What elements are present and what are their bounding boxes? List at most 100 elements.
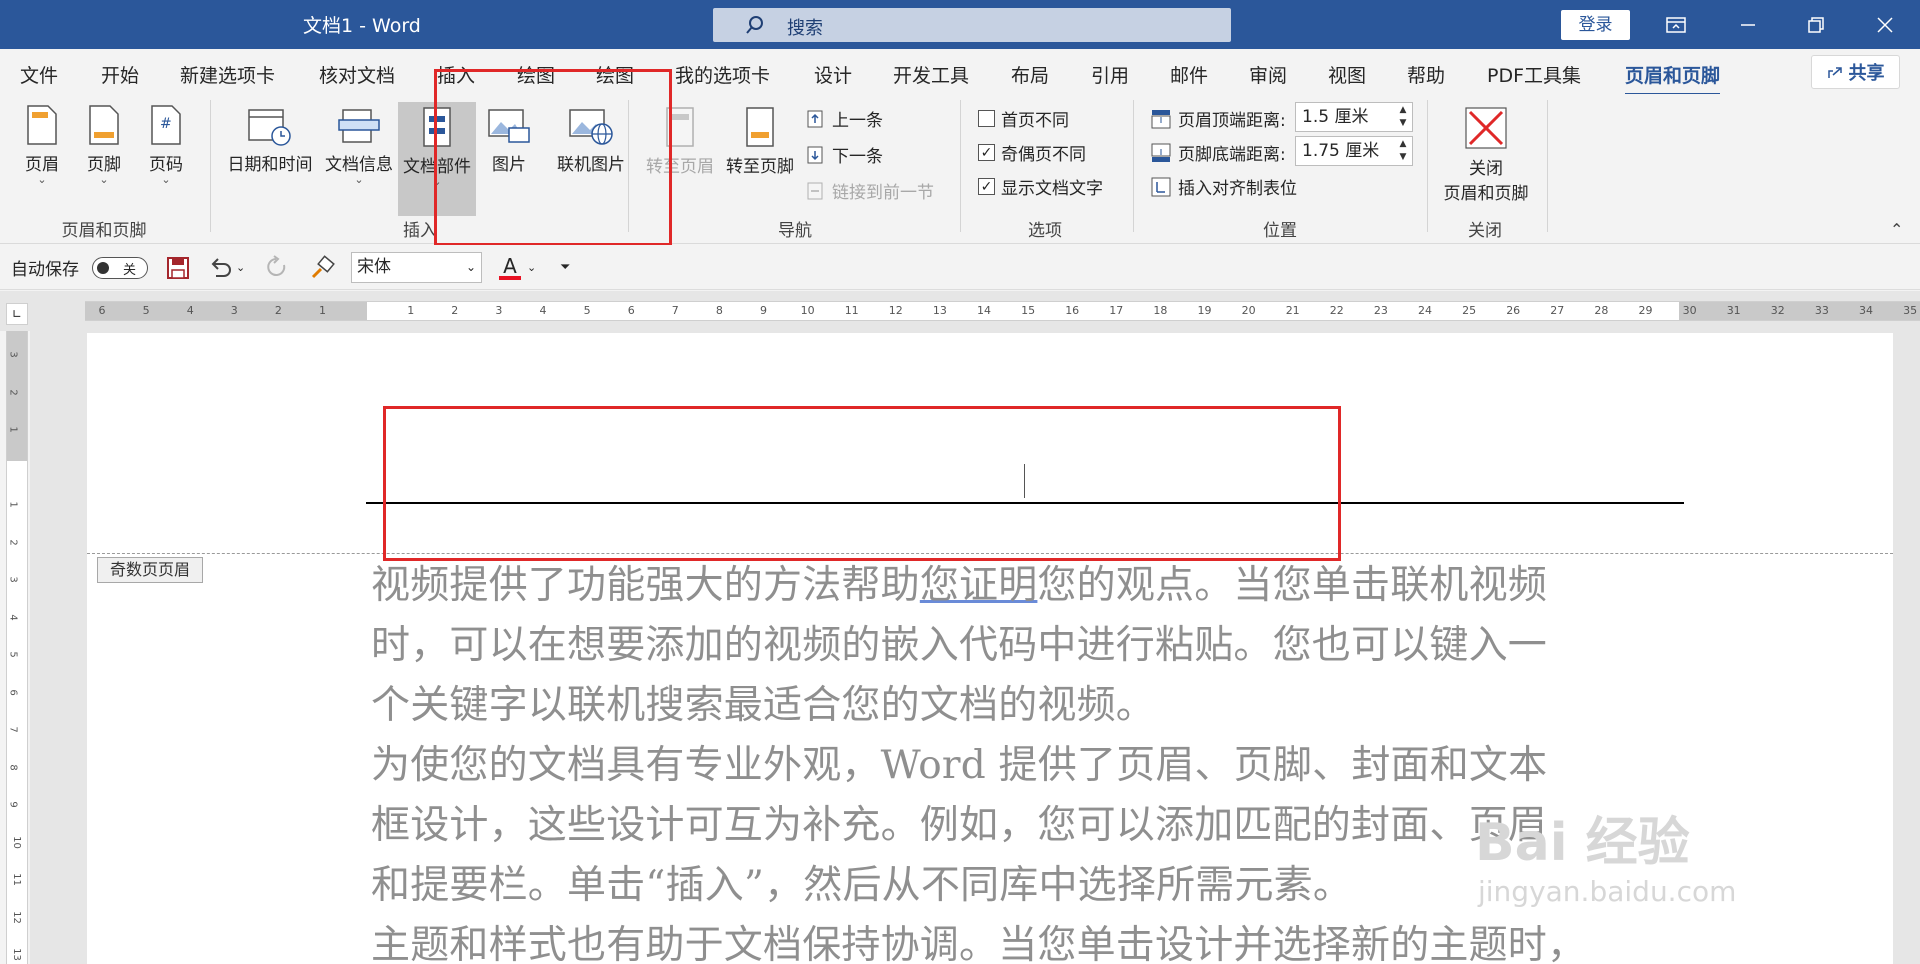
- ruler-tick-label: 22: [1329, 304, 1344, 317]
- goto-footer-button[interactable]: 转至页脚: [722, 106, 798, 177]
- close-header-footer-button[interactable]: 关闭 页眉和页脚: [1436, 106, 1536, 204]
- format-painter-icon[interactable]: [309, 245, 335, 290]
- chevron-down-icon: ⌄: [465, 260, 476, 274]
- header-button[interactable]: 页眉 ⌄: [18, 104, 66, 186]
- group-separator: [960, 100, 961, 232]
- ruler-tick-label: 18: [1153, 304, 1168, 317]
- ruler-tick-label: 21: [1285, 304, 1300, 317]
- spinner-icon[interactable]: ▲ ▼: [1396, 104, 1410, 130]
- search-placeholder: 搜索: [787, 18, 823, 39]
- show-document-text-checkbox[interactable]: ✓ 显示文档文字: [978, 174, 1103, 199]
- ruler-tick-label: 4: [539, 304, 547, 317]
- spinner-icon[interactable]: ▲ ▼: [1396, 138, 1410, 164]
- quick-access-toolbar: 自动保存 关 ⌄ 宋体 ⌄ A ⌄ ⏷: [0, 245, 1920, 290]
- ruler-tick-label: 23: [1373, 304, 1388, 317]
- tab-view[interactable]: 视图: [1328, 61, 1366, 88]
- tab-help[interactable]: 帮助: [1407, 61, 1445, 88]
- ruler-tick-label: 20: [1241, 304, 1256, 317]
- tab-references[interactable]: 引用: [1091, 61, 1129, 88]
- next-button[interactable]: 下一条: [806, 142, 883, 167]
- footer-button[interactable]: 页脚 ⌄: [80, 104, 128, 186]
- footer-icon: [89, 105, 119, 145]
- ruler-tick-label: 4: [7, 613, 19, 621]
- ruler-tick-label: 32: [1770, 304, 1785, 317]
- ruler-tick-label: 6: [98, 304, 106, 317]
- tab-header-footer[interactable]: 页眉和页脚: [1625, 61, 1721, 96]
- header-position-icon: [1151, 109, 1171, 128]
- paragraph-line: 主题和样式也有助于文档保持协调。当您单击设计并选择新的主题时，: [371, 923, 1587, 964]
- ruler-tick-label: 26: [1506, 304, 1521, 317]
- document-info-button[interactable]: 文档信息 ⌄: [322, 106, 396, 186]
- tab-home[interactable]: 开始: [101, 61, 139, 88]
- undo-icon[interactable]: ⌄: [208, 245, 245, 290]
- share-button[interactable]: 共享: [1811, 55, 1900, 89]
- tab-layout[interactable]: 布局: [1011, 61, 1049, 88]
- tab-new[interactable]: 新建选项卡: [180, 61, 275, 88]
- redo-icon[interactable]: [264, 245, 290, 290]
- watermark-url: jingyan.baidu.com: [1478, 875, 1737, 908]
- highlight-box-header: [383, 406, 1341, 561]
- tab-developer[interactable]: 开发工具: [893, 61, 969, 88]
- tab-selector-button[interactable]: ∟: [6, 303, 28, 325]
- ruler-tick-label: 14: [977, 304, 991, 317]
- document-info-icon: [338, 109, 380, 143]
- paragraph-line: 为使您的文档具有专业外观，Word 提供了页眉、页脚、封面和文本: [371, 743, 1548, 788]
- page-number-icon: #: [151, 105, 181, 145]
- ruler-tick-label: 2: [7, 388, 19, 396]
- ruler-tick-label: 8: [7, 763, 19, 771]
- date-time-button[interactable]: 日期和时间: [224, 106, 316, 175]
- link-icon: [807, 182, 823, 199]
- ribbon-header-footer: 页眉 ⌄ 页脚 ⌄ # 页码 ⌄ 页眉和页脚 日期和时间 文档信息 ⌄ 文档部件: [0, 94, 1920, 244]
- footer-bottom-distance-label: 页脚底端距离:: [1150, 140, 1286, 165]
- tab-mailings[interactable]: 邮件: [1170, 61, 1208, 88]
- footer-bottom-distance-input[interactable]: 1.75 厘米 ▲ ▼: [1295, 136, 1413, 166]
- ruler-tick-label: 1: [319, 304, 326, 317]
- tab-file[interactable]: 文件: [20, 61, 58, 88]
- highlight-box-ribbon: [434, 69, 672, 246]
- collapse-ribbon-icon[interactable]: ⌃: [1890, 220, 1903, 239]
- customize-toolbar-icon[interactable]: ⏷: [560, 245, 570, 290]
- checkbox-box: ✓: [978, 144, 995, 161]
- group-separator: [210, 100, 211, 232]
- different-odd-even-checkbox[interactable]: ✓ 奇偶页不同: [978, 140, 1086, 165]
- login-button[interactable]: 登录: [1561, 10, 1630, 40]
- header-top-distance-input[interactable]: 1.5 厘米 ▲ ▼: [1295, 102, 1413, 132]
- tab-my-tab[interactable]: 我的选项卡: [675, 61, 770, 88]
- tab-review-doc[interactable]: 核对文档: [319, 61, 395, 88]
- save-icon[interactable]: [166, 245, 190, 290]
- undo-dropdown-icon[interactable]: ⌄: [236, 261, 245, 274]
- group-label-header-footer: 页眉和页脚: [61, 221, 147, 241]
- close-window-icon[interactable]: [1855, 0, 1915, 49]
- restore-icon[interactable]: [1786, 0, 1846, 49]
- autosave-toggle[interactable]: 关: [92, 245, 148, 290]
- horizontal-ruler[interactable]: 6 5 4 3 2 1 1 2 3 4 5 6 7 8 9 10 11 12 13 14 15 16 17 18 19 20 21 2…: [85, 301, 1920, 321]
- share-label: 共享: [1848, 63, 1885, 84]
- link-to-previous-button[interactable]: 链接到前一节: [806, 178, 934, 203]
- ruler-tick-label: 2: [274, 304, 282, 317]
- ribbon-display-options-icon[interactable]: [1646, 0, 1706, 49]
- tab-review[interactable]: 审阅: [1249, 61, 1287, 88]
- different-first-page-checkbox[interactable]: 首页不同: [978, 106, 1069, 131]
- search-box[interactable]: 搜索: [713, 8, 1231, 42]
- ruler-tick-label: 6: [7, 688, 19, 696]
- page-number-button[interactable]: # 页码 ⌄: [142, 104, 190, 186]
- font-color-button[interactable]: A ⌄: [499, 245, 536, 290]
- ruler-tick-label: 2: [451, 304, 459, 317]
- chevron-down-icon[interactable]: ⌄: [527, 261, 536, 274]
- previous-button[interactable]: 上一条: [806, 106, 883, 131]
- insert-alignment-tab-button[interactable]: 插入对齐制表位: [1150, 174, 1297, 199]
- ruler-tick-label: 3: [7, 351, 19, 358]
- ruler-tick-label: 1: [407, 304, 415, 317]
- paragraph-line: 时，可以在想要添加的视频的嵌入代码中进行粘贴。您也可以键入一: [371, 623, 1548, 668]
- ruler-tick-label: 11: [844, 304, 859, 317]
- vertical-ruler[interactable]: 3 2 1 1 2 3 4 5 6 7 8 9 10 11 12 13: [6, 331, 28, 964]
- tab-design[interactable]: 设计: [814, 61, 852, 88]
- alignment-tab-icon: [1151, 177, 1171, 196]
- minimize-icon[interactable]: [1718, 0, 1778, 49]
- ruler-tick-label: 25: [1462, 304, 1477, 317]
- ruler-tick-label: 33: [1814, 304, 1829, 317]
- font-name-select[interactable]: 宋体 ⌄: [351, 252, 482, 283]
- tab-pdf-tools[interactable]: PDF工具集: [1487, 61, 1581, 88]
- ruler-tick-label: 16: [1065, 304, 1080, 317]
- group-label-close: 关闭: [1468, 221, 1502, 241]
